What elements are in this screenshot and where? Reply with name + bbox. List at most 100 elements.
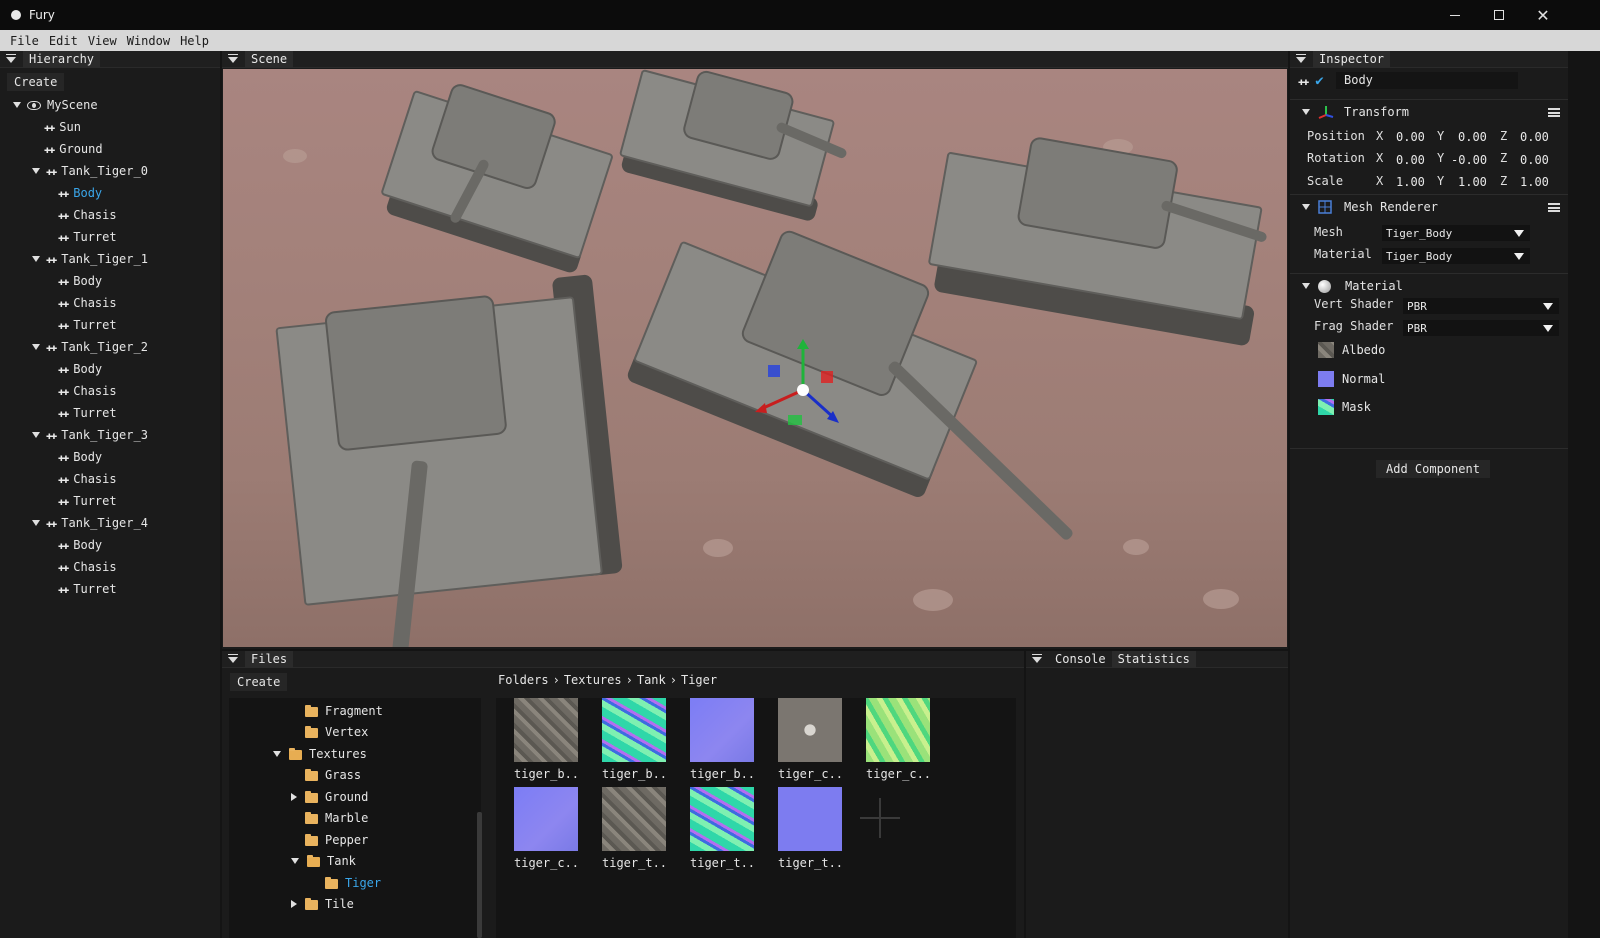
asset-thumbnail[interactable] [778,698,842,762]
add-component-button[interactable]: Add Component [1376,460,1490,478]
position-y-field[interactable]: 0.00 [1458,130,1487,144]
gizmo-z-axis[interactable] [801,388,835,419]
position-z-field[interactable]: 0.00 [1520,130,1549,144]
mask-texture-thumbnail[interactable] [1318,399,1334,415]
folder-item-textures[interactable]: Textures [273,743,367,765]
gizmo-x-axis[interactable] [760,388,804,411]
menu-view[interactable]: View [83,34,122,48]
tree-item-body[interactable]: ✚✚ Body [0,446,220,468]
tree-item-turret[interactable]: ✚✚ Turret [0,314,220,336]
panel-menu-icon[interactable] [228,654,238,663]
tree-item-ground[interactable]: ✚✚ Ground [0,138,220,160]
expand-arrow-icon[interactable] [291,857,299,864]
folder-item-tiger[interactable]: Tiger [325,872,381,894]
close-button[interactable]: ✕ [1520,0,1566,30]
gizmo-x-arrow-icon[interactable] [755,403,767,413]
breadcrumb-item[interactable]: Tiger [681,673,717,687]
gizmo-center[interactable] [797,384,809,396]
folder-item-marble[interactable]: Marble [305,807,368,829]
tree-item-turret[interactable]: ✚✚ Turret [0,578,220,600]
tree-item-chasis[interactable]: ✚✚ Chasis [0,380,220,402]
tree-item-sun[interactable]: ✚✚ Sun [0,116,220,138]
tree-item-turret[interactable]: ✚✚ Turret [0,226,220,248]
tree-item-tank-tiger-1[interactable]: ✚✚ Tank_Tiger_1 [0,248,220,270]
tab-statistics[interactable]: Statistics [1111,651,1196,668]
position-x-field[interactable]: 0.00 [1396,130,1425,144]
tank-model[interactable] [262,261,653,647]
asset-thumbnail[interactable] [866,698,930,762]
scale-y-field[interactable]: 1.00 [1458,175,1487,189]
panel-menu-icon[interactable] [1032,654,1042,663]
expand-arrow-icon[interactable] [32,520,40,526]
gizmo-plane-yz[interactable] [821,371,833,383]
breadcrumb-item[interactable]: Folders [498,673,549,687]
asset-thumbnail[interactable] [690,698,754,762]
rotation-z-field[interactable]: 0.00 [1520,153,1549,167]
menu-help[interactable]: Help [175,34,214,48]
panel-menu-icon[interactable] [1296,54,1306,63]
tab-hierarchy[interactable]: Hierarchy [23,51,101,68]
tree-item-tank-tiger-0[interactable]: ✚✚ Tank_Tiger_0 [0,160,220,182]
folder-item-tank[interactable]: Tank [291,850,356,872]
albedo-texture-thumbnail[interactable] [1318,342,1334,358]
tree-item-myscene[interactable]: MyScene [0,94,220,116]
folder-item-vertex[interactable]: Vertex [305,721,368,743]
breadcrumb-item[interactable]: Textures [564,673,622,687]
breadcrumb-item[interactable]: Tank [637,673,666,687]
tree-item-turret[interactable]: ✚✚ Turret [0,402,220,424]
tree-item-chasis[interactable]: ✚✚ Chasis [0,556,220,578]
asset-thumbnail[interactable] [514,698,578,762]
tree-item-body[interactable]: ✚✚ Body [0,182,220,204]
transform-section-header[interactable]: Transform [1290,99,1568,124]
tree-item-body[interactable]: ✚✚ Body [0,534,220,556]
tree-item-tank-tiger-4[interactable]: ✚✚ Tank_Tiger_4 [0,512,220,534]
minimize-button[interactable] [1432,0,1478,30]
mesh-renderer-section-header[interactable]: Mesh Renderer [1290,194,1568,219]
tree-item-tank-tiger-2[interactable]: ✚✚ Tank_Tiger_2 [0,336,220,358]
tab-inspector[interactable]: Inspector [1313,51,1391,68]
texture-slot-albedo[interactable]: Albedo [1318,342,1385,358]
files-create-button[interactable]: Create [230,673,288,691]
tree-item-chasis[interactable]: ✚✚ Chasis [0,292,220,314]
gizmo-plane-xz[interactable] [788,415,802,425]
folder-item-pepper[interactable]: Pepper [305,829,368,851]
asset-thumbnail[interactable] [602,698,666,762]
mesh-dropdown[interactable]: Tiger_Body [1382,225,1530,241]
object-name-field[interactable]: Body [1336,72,1518,89]
tree-item-tank-tiger-3[interactable]: ✚✚ Tank_Tiger_3 [0,424,220,446]
rotation-x-field[interactable]: 0.00 [1396,153,1425,167]
tab-files[interactable]: Files [245,651,294,668]
material-dropdown[interactable]: Tiger_Body [1382,248,1530,264]
tree-item-chasis[interactable]: ✚✚ Chasis [0,204,220,226]
expand-arrow-icon[interactable] [32,344,40,350]
frag-shader-dropdown[interactable]: PBR [1403,320,1559,336]
expand-arrow-icon[interactable] [13,102,21,108]
scale-x-field[interactable]: 1.00 [1396,175,1425,189]
scene-viewport[interactable] [223,69,1287,647]
material-section-header[interactable]: Material [1290,273,1568,298]
asset-thumbnail[interactable] [778,787,842,851]
expand-arrow-icon[interactable] [32,432,40,438]
menu-edit[interactable]: Edit [44,34,83,48]
expand-arrow-icon[interactable] [1302,109,1310,115]
expand-arrow-icon[interactable] [1302,204,1310,210]
asset-thumbnail[interactable] [514,787,578,851]
folder-item-ground[interactable]: Ground [291,786,368,808]
eye-icon[interactable] [27,100,41,110]
gizmo-plane-xy[interactable] [768,365,780,377]
active-checkbox[interactable]: ✔ [1315,73,1323,89]
asset-thumbnail[interactable] [602,787,666,851]
hamburger-menu-icon[interactable] [1548,107,1560,117]
hierarchy-create-button[interactable]: Create [7,73,65,91]
texture-slot-normal[interactable]: Normal [1318,371,1385,387]
tab-console[interactable]: Console [1049,651,1112,668]
asset-thumbnail[interactable] [690,787,754,851]
scale-z-field[interactable]: 1.00 [1520,175,1549,189]
collapse-arrow-icon[interactable] [291,792,297,801]
expand-arrow-icon[interactable] [1302,283,1310,289]
menu-window[interactable]: Window [122,34,175,48]
expand-arrow-icon[interactable] [32,256,40,262]
panel-menu-icon[interactable] [6,54,16,63]
vert-shader-dropdown[interactable]: PBR [1403,298,1559,314]
menu-file[interactable]: File [5,34,44,48]
